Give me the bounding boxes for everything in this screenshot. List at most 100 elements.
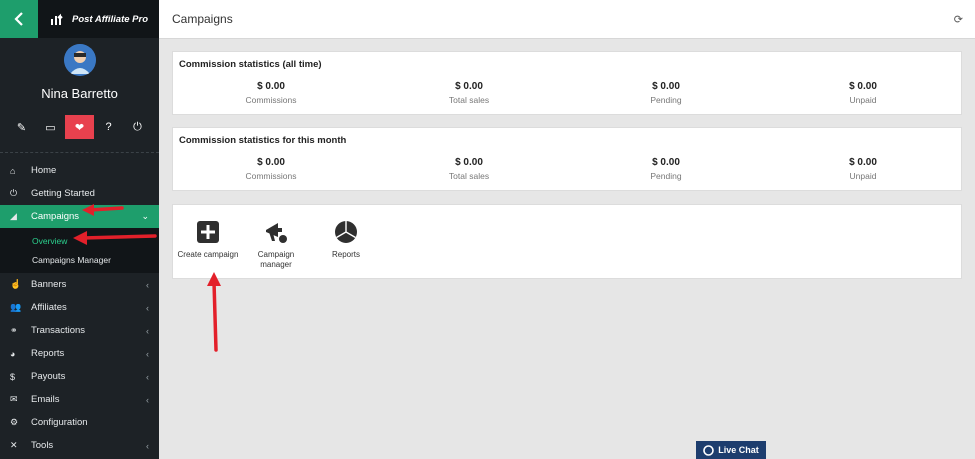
- stat-label: Total sales: [448, 95, 490, 105]
- quick-actions-card: Create campaign Campaign manager Reports: [172, 204, 962, 279]
- sidebar-item-label: Emails: [31, 394, 60, 405]
- user-name: Nina Barretto: [41, 86, 118, 101]
- sidebar-item-label: Home: [31, 165, 57, 176]
- refresh-icon[interactable]: ⟳: [954, 13, 963, 26]
- reports-tile[interactable]: Reports: [323, 220, 369, 260]
- profile-icons: ✎ ▭ ❤? ⏻: [0, 115, 159, 139]
- sidebar-item-getting-started[interactable]: ⏻ Getting Started: [0, 182, 159, 205]
- gear-icon: ⚙: [10, 417, 19, 427]
- sidebar-item-label: Getting Started: [31, 188, 95, 199]
- stat-total-sales: $ 0.00 Total sales: [399, 81, 539, 105]
- tile-label: Reports: [331, 250, 360, 259]
- megaphone-icon: [264, 220, 288, 244]
- divider: [0, 152, 159, 153]
- sidebar-item-tools[interactable]: ✕ Tools ‹: [0, 434, 159, 457]
- stat-unpaid: $ 0.00 Unpaid: [793, 157, 933, 181]
- sidebar-item-reports[interactable]: ◕ Reports ‹: [0, 342, 159, 365]
- chevron-left-icon: ‹: [146, 371, 149, 382]
- stat-value: $ 0.00: [652, 81, 680, 92]
- stat-label: Commissions: [245, 95, 297, 105]
- stat-pending: $ 0.00 Pending: [596, 157, 736, 181]
- sidebar-item-banners[interactable]: ☝ Banners ‹: [0, 273, 159, 296]
- handshake-icon: ⚭: [10, 325, 18, 335]
- pencil-icon[interactable]: ✎: [7, 115, 36, 139]
- live-chat-button[interactable]: Live Chat: [696, 441, 766, 459]
- megaphone-icon: ◢: [10, 211, 17, 221]
- stat-label: Total sales: [448, 171, 490, 181]
- sidebar-item-label: Configuration: [31, 417, 88, 428]
- card-title: Commission statistics for this month: [179, 135, 347, 146]
- campaign-manager-tile[interactable]: Campaign manager: [251, 220, 301, 271]
- avatar[interactable]: [63, 44, 96, 76]
- subnav-item-campaigns-manager[interactable]: Campaigns Manager: [0, 250, 159, 269]
- sidebar-item-label: Payouts: [31, 371, 66, 382]
- chevron-down-icon: ⌄: [141, 211, 149, 221]
- sidebar-item-emails[interactable]: ✉ Emails ‹: [0, 388, 159, 411]
- pie-chart-icon: ◕: [10, 348, 16, 359]
- money-bag-icon: $: [10, 371, 16, 382]
- stat-value: $ 0.00: [849, 157, 877, 168]
- stat-value: $ 0.00: [455, 157, 483, 168]
- brand-name: Post Affiliate Pro: [72, 13, 149, 25]
- logo-icon: [51, 13, 63, 25]
- stat-label: Unpaid: [849, 95, 877, 105]
- stat-value: $ 0.00: [849, 81, 877, 92]
- stat-value: $ 0.00: [652, 157, 680, 168]
- sidebar-item-label: Reports: [31, 348, 65, 359]
- chevron-left-icon: ‹: [146, 302, 149, 313]
- hand-icon: ☝: [10, 279, 22, 289]
- stat-commissions: $ 0.00 Commissions: [201, 81, 341, 105]
- card-title: Commission statistics (all time): [179, 59, 322, 70]
- envelope-icon: ✉: [10, 394, 18, 404]
- sidebar-item-label: Campaigns: [31, 211, 80, 222]
- heart-icon[interactable]: ❤: [65, 115, 94, 139]
- chevron-left-icon: ‹: [146, 325, 149, 336]
- pie-chart-icon: [334, 220, 358, 244]
- sidebar-item-campaigns[interactable]: ◢ Campaigns ⌄: [0, 205, 159, 228]
- stat-value: $ 0.00: [257, 81, 285, 92]
- sidebar-item-payouts[interactable]: $ Payouts ‹: [0, 365, 159, 388]
- chevron-left-icon: [14, 12, 23, 26]
- sidebar-nav: ⌂ Home ⏻ Getting Started ◢ Campaigns ⌄ Overview…: [0, 159, 159, 457]
- annotation-arrow-create-campaign: [207, 272, 221, 352]
- home-icon: ⌂: [10, 165, 16, 176]
- sidebar-item-label: Transactions: [31, 325, 86, 336]
- chat-bubble-icon: [703, 444, 715, 456]
- sidebar-item-home[interactable]: ⌂ Home: [0, 159, 159, 182]
- sidebar-item-label: Tools: [31, 440, 54, 451]
- back-button[interactable]: [0, 0, 38, 38]
- chevron-left-icon: ‹: [146, 348, 149, 359]
- power-icon: ⏻: [10, 188, 18, 198]
- subnav-item-overview[interactable]: Overview: [0, 231, 159, 250]
- stat-label: Pending: [650, 95, 682, 105]
- sidebar-item-configuration[interactable]: ⚙ Configuration: [0, 411, 159, 434]
- sidebar: Post Affiliate Pro Nina Barretto ✎ ▭ ❤? ⏻ ⌂…: [0, 0, 159, 459]
- sidebar-item-transactions[interactable]: ⚭ Transactions ‹: [0, 319, 159, 342]
- chevron-left-icon: ‹: [146, 440, 149, 451]
- stats-card-all-time: Commission statistics (all time) $ 0.00 C…: [172, 51, 962, 115]
- sidebar-item-affiliates[interactable]: 👥 Affiliates ‹: [0, 296, 159, 319]
- stat-value: $ 0.00: [455, 81, 483, 92]
- tile-label: Campaign manager: [257, 250, 295, 270]
- monitor-icon[interactable]: ▭: [36, 115, 65, 139]
- users-icon: 👥: [10, 302, 22, 312]
- sidebar-top: Post Affiliate Pro: [0, 0, 159, 38]
- create-campaign-tile[interactable]: Create campaign: [175, 220, 241, 260]
- sidebar-item-label: Banners: [31, 279, 67, 290]
- power-icon[interactable]: ⏻: [123, 115, 152, 139]
- chevron-left-icon: ‹: [146, 394, 149, 405]
- stat-pending: $ 0.00 Pending: [596, 81, 736, 105]
- stat-total-sales: $ 0.00 Total sales: [399, 157, 539, 181]
- stat-label: Pending: [650, 171, 682, 181]
- stats-card-month: Commission statistics for this month $ 0…: [172, 127, 962, 191]
- live-chat-label: Live Chat: [718, 445, 759, 455]
- header: Campaigns ⟳: [159, 0, 975, 39]
- sidebar-subnav: Overview Campaigns Manager: [0, 228, 159, 273]
- chevron-left-icon: ‹: [146, 279, 149, 290]
- profile: Nina Barretto ✎ ▭ ❤? ⏻: [0, 38, 159, 153]
- tile-label: Create campaign: [177, 250, 239, 259]
- stat-unpaid: $ 0.00 Unpaid: [793, 81, 933, 105]
- help-icon[interactable]: ?: [94, 115, 123, 139]
- brand: Post Affiliate Pro: [38, 0, 159, 38]
- stat-label: Unpaid: [849, 171, 877, 181]
